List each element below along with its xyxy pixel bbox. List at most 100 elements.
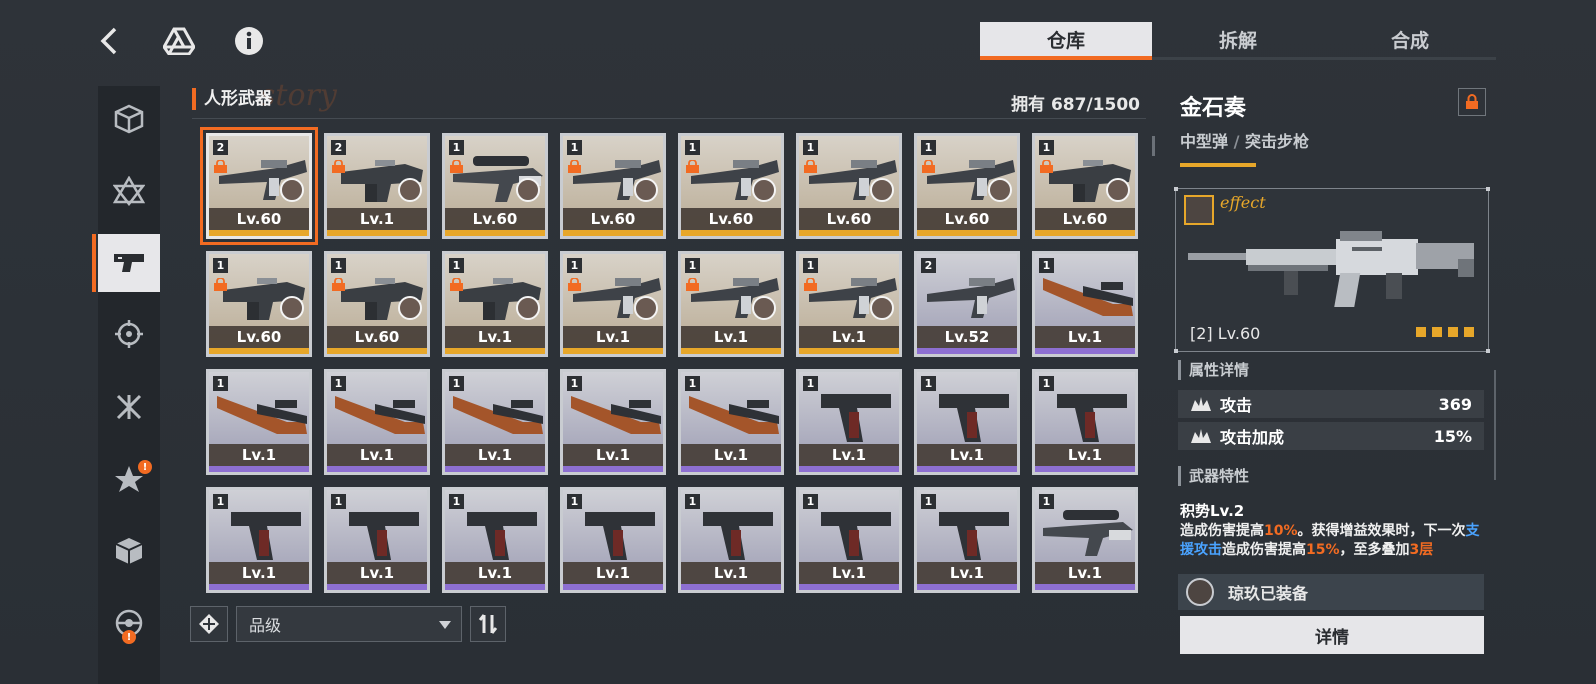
rarity-stars [1416,327,1474,337]
weapon-card[interactable]: 1 Lv.60 [1032,133,1138,239]
section-title: 人形武器 [192,88,272,110]
weapon-card[interactable]: 1 Lv.60 [678,133,784,239]
weapon-level: Lv.60 [209,208,309,230]
rarity-stripe [681,466,781,472]
lock-icon [804,278,817,291]
weapon-level: Lv.1 [1035,326,1135,348]
grid-scrollbar[interactable] [1152,136,1155,156]
details-button[interactable]: 详情 [1180,616,1484,654]
weapon-card[interactable]: 1 Lv.1 [678,487,784,593]
lock-icon [686,160,699,173]
weapon-preview: effect [2] Lv.60 [1174,187,1490,353]
sidebar-item-weapons[interactable] [92,234,160,292]
duplicate-count: 1 [1039,494,1054,509]
weapon-level: Lv.1 [681,326,781,348]
weapon-level: Lv.1 [917,562,1017,584]
rarity-stripe [1035,466,1135,472]
lock-icon [332,278,345,291]
tab-warehouse[interactable]: 仓库 [980,22,1152,60]
weapon-card[interactable]: 1 Lv.60 [914,133,1020,239]
weapon-card[interactable]: 1 Lv.1 [1032,251,1138,357]
sidebar-item-box[interactable] [98,90,160,148]
weapon-card[interactable]: 1 Lv.1 [560,251,666,357]
avatar [752,178,776,202]
weapon-image [821,512,891,560]
weapon-image [349,512,419,560]
duplicate-count: 1 [567,258,582,273]
weapon-card[interactable]: 1 Lv.1 [1032,487,1138,593]
weapon-lock-button[interactable] [1458,88,1486,116]
trait-text-run: 造成伤害提高 [1222,542,1306,558]
weapon-card[interactable]: 1 Lv.1 [206,487,312,593]
weapon-level: Lv.52 [917,326,1017,348]
weapon-image [1043,278,1133,316]
sort-order-button[interactable] [470,606,506,642]
lock-icon [686,278,699,291]
trait-text-run: 造成伤害提高 [1180,523,1264,539]
target-icon [115,320,143,348]
sidebar-item-star[interactable] [98,162,160,220]
weapon-card[interactable]: 1 Lv.1 [442,369,548,475]
attack-icon [1191,397,1211,411]
trait-description: 造成伤害提高10%。获得增益效果时，下一次支援攻击造成伤害提高15%，至多叠加3… [1180,522,1480,574]
weapon-card[interactable]: 1 Lv.1 [678,369,784,475]
weapon-card[interactable]: 1 Lv.1 [678,251,784,357]
weapon-level: Lv.60 [681,208,781,230]
gun-icon [114,254,144,272]
weapon-card[interactable]: 1 Lv.1 [796,251,902,357]
weapon-card[interactable]: 1 Lv.1 [206,369,312,475]
weapon-card[interactable]: 1 Lv.1 [442,251,548,357]
weapon-card[interactable]: 1 Lv.1 [1032,369,1138,475]
duplicate-count: 1 [567,140,582,155]
preview-decor-script: effect [1220,193,1266,212]
sidebar-item-cube[interactable] [98,522,160,580]
sidebar-item-wheel[interactable]: ! [98,594,160,652]
lock-icon [332,160,345,173]
tab-dismantle[interactable]: 拆解 [1152,22,1324,57]
weapon-card[interactable]: 1 Lv.60 [442,133,548,239]
rarity-stripe [445,230,545,236]
tab-synthesis[interactable]: 合成 [1324,22,1496,57]
weapon-card[interactable]: 1 Lv.60 [206,251,312,357]
weapon-level: Lv.1 [327,208,427,230]
weapon-card[interactable]: 1 Lv.1 [560,487,666,593]
detail-scrollbar[interactable] [1494,370,1496,480]
star-icon [1416,327,1426,337]
drive-button[interactable] [156,18,202,64]
weapon-card[interactable]: 1 Lv.1 [560,369,666,475]
avatar [870,296,894,320]
weapon-class: 突击步枪 [1245,132,1310,151]
rarity-stripe [799,348,899,354]
weapon-card[interactable]: 1 Lv.1 [914,369,1020,475]
weapon-card[interactable]: 1 Lv.1 [442,487,548,593]
rarity-stripe [917,466,1017,472]
weapon-card[interactable]: 1 Lv.1 [796,369,902,475]
weapon-card[interactable]: 2 Lv.52 [914,251,1020,357]
rarity-stripe [681,584,781,590]
sidebar-item-flower[interactable]: ! [98,450,160,508]
weapon-card[interactable]: 1 Lv.1 [796,487,902,593]
rarity-stripe [1035,230,1135,236]
back-button[interactable] [86,18,132,64]
weapon-level: Lv.1 [209,562,309,584]
weapon-card[interactable]: 1 Lv.60 [560,133,666,239]
weapon-card[interactable]: 1 Lv.1 [324,487,430,593]
sidebar-item-target[interactable] [98,306,160,364]
weapon-card[interactable]: 1 Lv.1 [324,369,430,475]
rarity-stripe [681,230,781,236]
lock-icon [568,278,581,291]
weapon-card[interactable]: 2 Lv.1 [324,133,430,239]
rarity-stripe [799,230,899,236]
duplicate-count: 1 [685,376,700,391]
duplicate-count: 1 [803,494,818,509]
weapon-card[interactable]: 1 Lv.60 [796,133,902,239]
weapon-card[interactable]: 1 Lv.60 [324,251,430,357]
filter-button[interactable] [190,606,228,642]
stat-label: 攻击加成 [1220,428,1285,447]
sidebar-item-cross[interactable] [98,378,160,436]
info-button[interactable] [226,18,272,64]
weapon-card[interactable]: 2 Lv.60 [200,127,318,245]
weapon-card[interactable]: 1 Lv.1 [914,487,1020,593]
sort-select[interactable]: 品级 [236,606,462,642]
trait-text-run: 。获得增益效果时，下一次 [1297,523,1466,539]
